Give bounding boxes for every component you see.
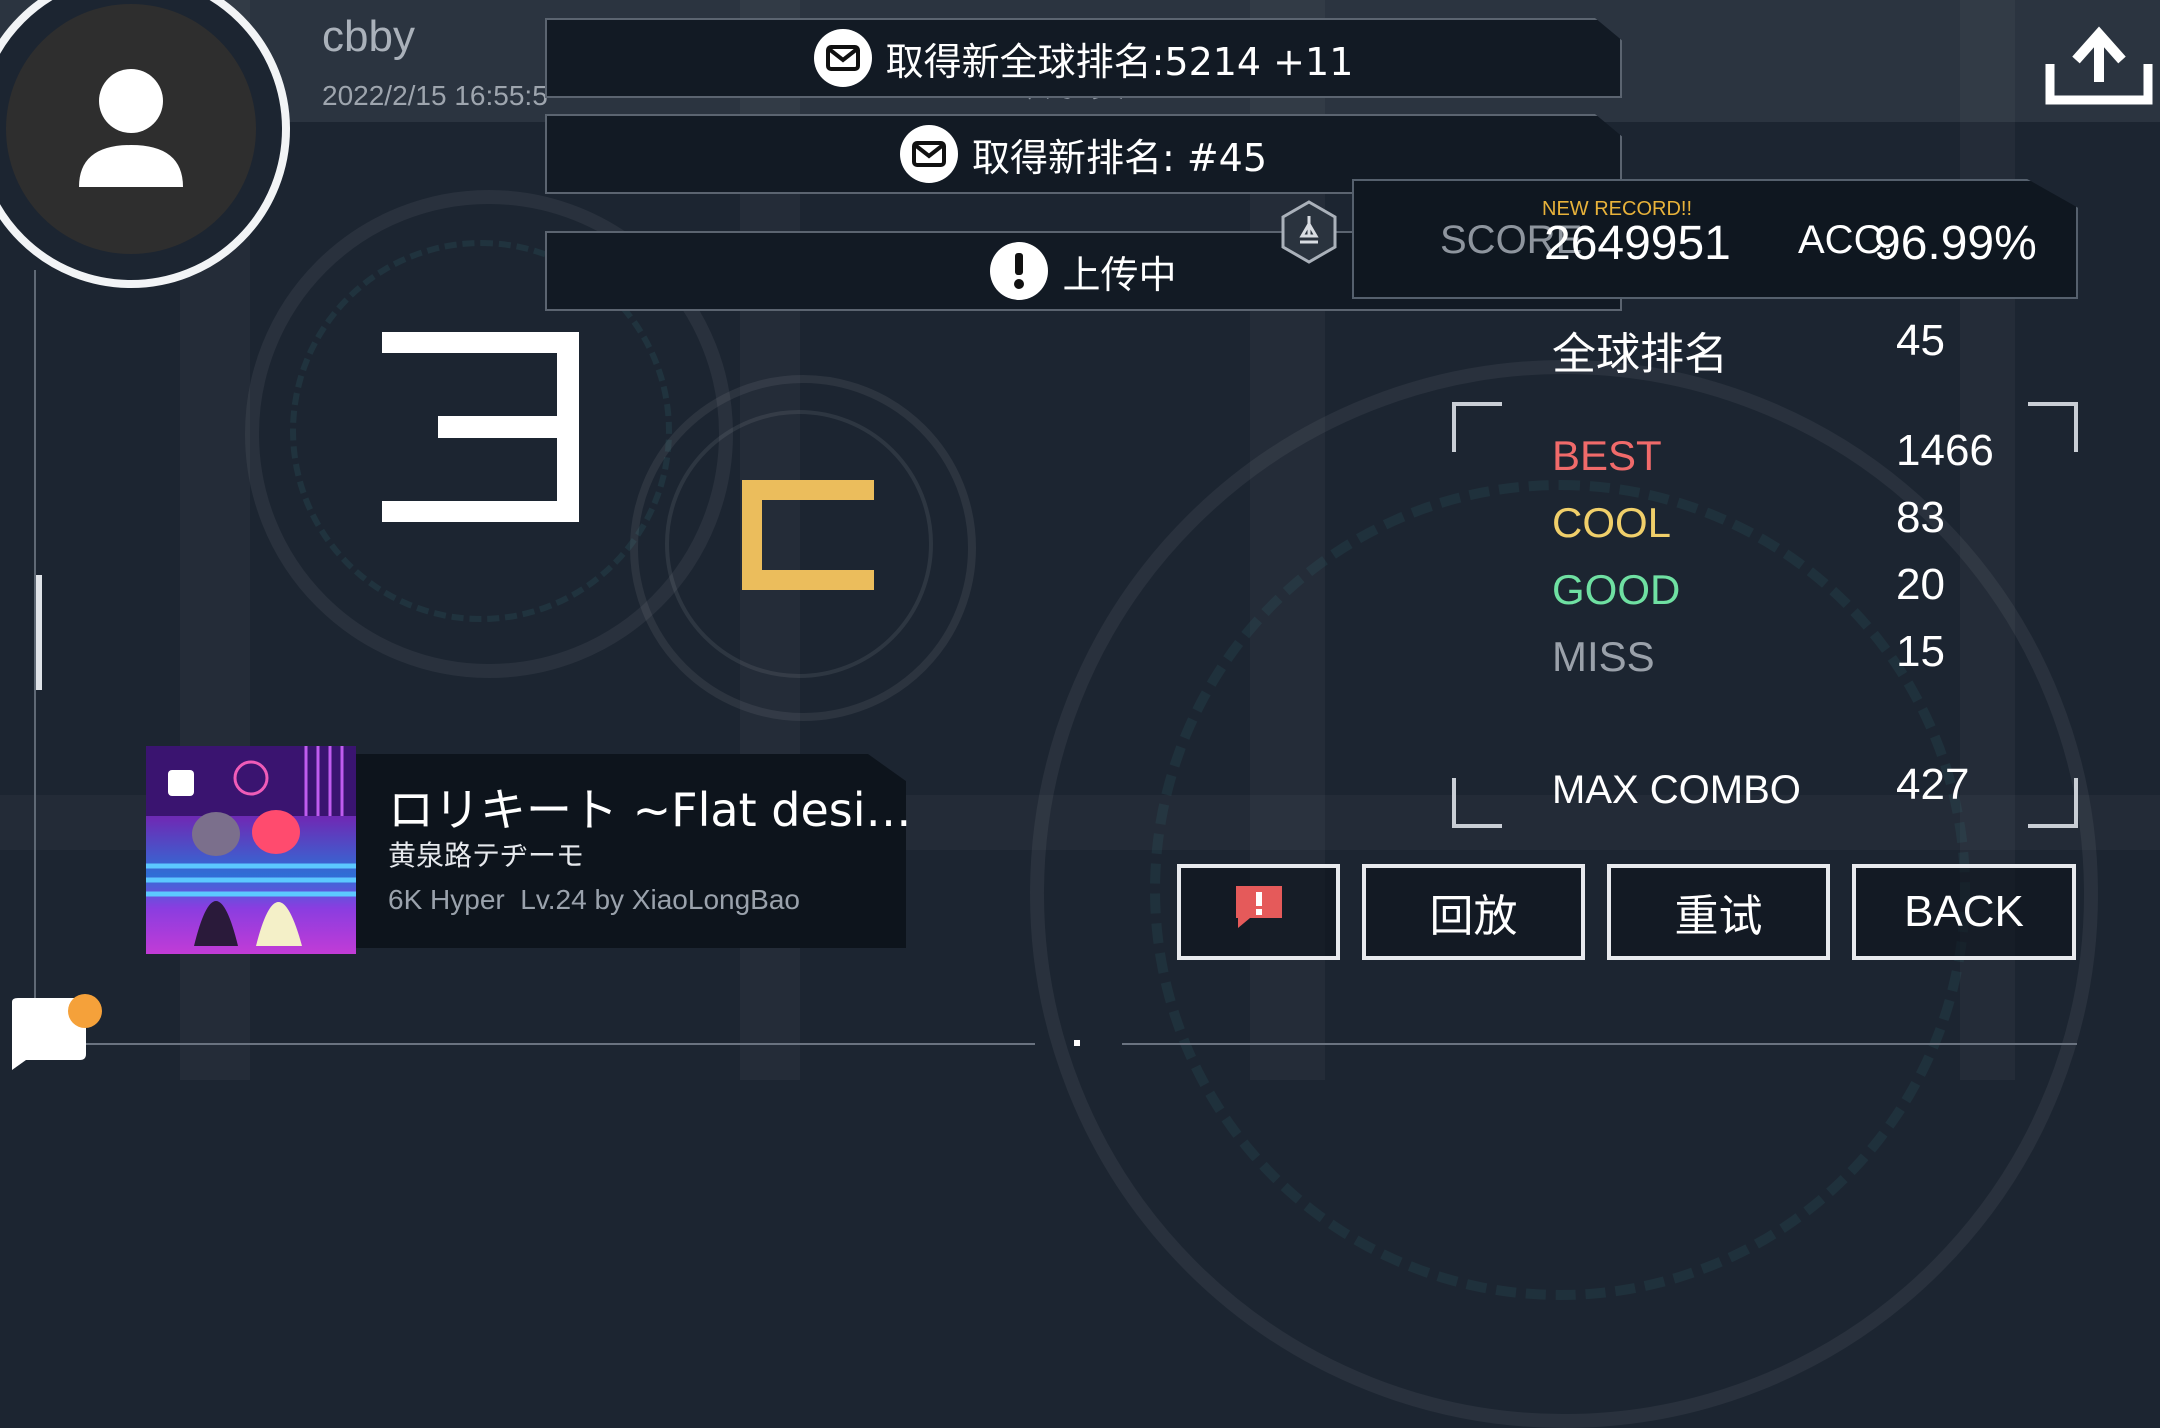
chat-notification-badge <box>68 994 102 1028</box>
back-button[interactable]: BACK <box>1852 864 2076 960</box>
report-button[interactable] <box>1177 864 1340 960</box>
frame-corner <box>1452 402 1502 452</box>
player-name: cbby <box>322 12 415 61</box>
grade-icon: C <box>742 480 874 590</box>
acc-value: 96.99% <box>1874 217 2037 270</box>
miss-value: 15 <box>1896 627 1945 676</box>
best-label: BEST <box>1552 432 1662 479</box>
good-label: GOOD <box>1552 566 1681 613</box>
user-icon <box>6 4 256 254</box>
mail-icon <box>899 125 958 183</box>
notification-text: 取得新全球排名:5214 +11 <box>885 39 1354 84</box>
report-icon <box>1232 882 1286 943</box>
rank-badge-icon <box>1280 200 1338 264</box>
cool-value: 83 <box>1896 493 1945 542</box>
bottom-line <box>50 1043 1035 1045</box>
notification-text: 取得新排名: #45 <box>971 135 1268 180</box>
replay-button[interactable]: 回放 <box>1362 864 1585 960</box>
notification-text: 上传中 <box>1062 252 1177 297</box>
song-title: ロリキート ~Flat desi… <box>388 783 908 837</box>
song-artist: 黄泉路テヂーモ <box>388 839 585 872</box>
frame-accent <box>36 575 42 690</box>
global-rank-value: 45 <box>1896 316 1945 365</box>
frame-corner <box>2028 402 2078 452</box>
frame-corner <box>1452 778 1502 828</box>
cool-label: COOL <box>1552 499 1672 546</box>
bottom-line <box>1122 1043 2077 1045</box>
score-value: 2649951 <box>1544 217 1731 270</box>
best-value: 1466 <box>1896 426 1994 475</box>
max-combo-value: 427 <box>1896 760 1970 809</box>
key-count: 3 <box>378 331 596 523</box>
retry-button[interactable]: 重试 <box>1607 864 1830 960</box>
album-art <box>146 746 356 954</box>
upload-icon[interactable] <box>2044 26 2154 106</box>
notification-global-rank: 取得新全球排名:5214 +11 <box>545 18 1622 98</box>
miss-label: MISS <box>1552 633 1655 680</box>
good-value: 20 <box>1896 560 1945 609</box>
chart-info: 6K Hyper Lv.24 by XiaoLongBao <box>388 884 800 915</box>
alert-icon <box>990 242 1049 300</box>
page-indicator-dot <box>1074 1040 1080 1046</box>
global-rank-label: 全球排名 <box>1552 329 1728 380</box>
mail-icon <box>813 29 872 87</box>
frame-corner <box>2028 778 2078 828</box>
play-datetime: 2022/2/15 16:55:5 <box>322 80 548 111</box>
max-combo-label: MAX COMBO <box>1552 768 1801 812</box>
